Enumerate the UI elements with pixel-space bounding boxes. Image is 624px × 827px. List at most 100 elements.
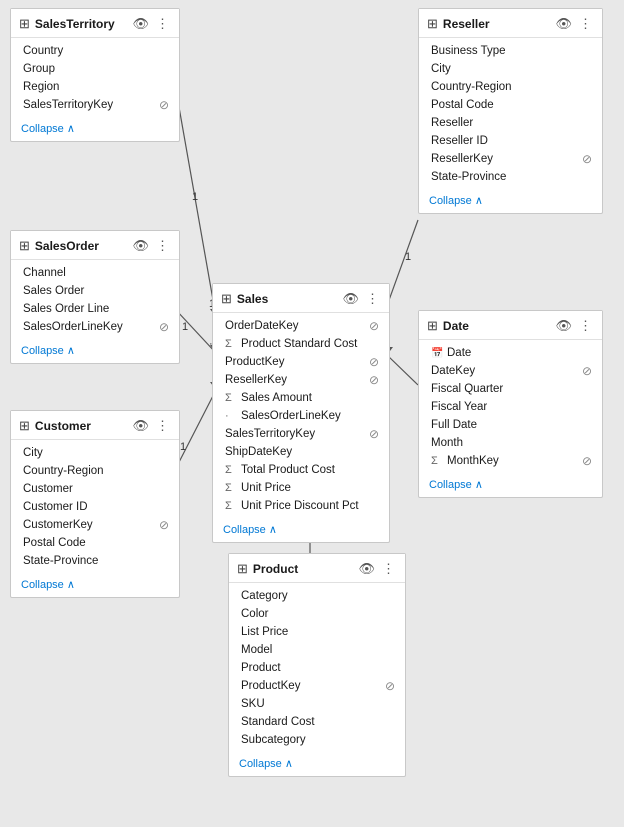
hidden-icon: ⊘	[582, 152, 592, 166]
field-row: Fiscal Year	[419, 398, 602, 416]
table-salesorder-header: ⊞ SalesOrder 👁 ⋮	[11, 231, 179, 260]
hidden-icon: ⊘	[385, 679, 395, 693]
field-row: ProductKey ⊘	[229, 677, 405, 695]
hidden-icon: ⊘	[159, 98, 169, 112]
field-row: DateKey ⊘	[419, 362, 602, 380]
eye-icon[interactable]: 👁	[340, 290, 361, 308]
table-product-fields: Category Color List Price Model Product …	[229, 583, 405, 753]
field-row: Business Type	[419, 42, 602, 60]
table-sales-header: ⊞ Sales 👁 ⋮	[213, 284, 389, 313]
table-reseller-header: ⊞ Reseller 👁 ⋮	[419, 9, 602, 38]
table-icon: ⊞	[19, 238, 30, 254]
table-title: SalesTerritory	[35, 17, 126, 31]
hidden-icon: ⊘	[582, 454, 592, 468]
more-icon[interactable]: ⋮	[154, 237, 171, 255]
collapse-button[interactable]: Collapse ∧	[229, 753, 405, 776]
collapse-arrow: ∧	[475, 194, 483, 207]
field-row: CustomerKey ⊘	[11, 516, 179, 534]
table-sales[interactable]: ⊞ Sales 👁 ⋮ OrderDateKey ⊘ Σ Product Sta…	[212, 283, 390, 543]
field-row: Σ Product Standard Cost	[213, 335, 389, 353]
table-actions[interactable]: 👁 ⋮	[130, 417, 171, 435]
table-customer-header: ⊞ Customer 👁 ⋮	[11, 411, 179, 440]
table-icon: ⊞	[19, 418, 30, 434]
more-icon[interactable]: ⋮	[577, 15, 594, 33]
more-icon[interactable]: ⋮	[154, 417, 171, 435]
table-date[interactable]: ⊞ Date 👁 ⋮ 📅 Date DateKey ⊘ Fiscal Quart…	[418, 310, 603, 498]
collapse-arrow: ∧	[67, 578, 75, 591]
field-row: Reseller ID	[419, 132, 602, 150]
field-row: Region	[11, 78, 179, 96]
table-salesterritory[interactable]: ⊞ SalesTerritory 👁 ⋮ Country Group Regio…	[10, 8, 180, 142]
field-row: Σ Sales Amount	[213, 389, 389, 407]
field-row: Group	[11, 60, 179, 78]
field-row: Postal Code	[11, 534, 179, 552]
more-icon[interactable]: ⋮	[154, 15, 171, 33]
table-actions[interactable]: 👁 ⋮	[130, 15, 171, 33]
collapse-button[interactable]: Collapse ∧	[419, 474, 602, 497]
field-row: ShipDateKey	[213, 443, 389, 461]
hidden-icon: ⊘	[159, 320, 169, 334]
eye-icon[interactable]: 👁	[553, 317, 574, 335]
field-row: Color	[229, 605, 405, 623]
eye-icon[interactable]: 👁	[130, 237, 151, 255]
collapse-button[interactable]: Collapse ∧	[11, 340, 179, 363]
field-row: SalesTerritoryKey ⊘	[11, 96, 179, 114]
table-title: Date	[443, 319, 549, 333]
table-salesterritory-header: ⊞ SalesTerritory 👁 ⋮	[11, 9, 179, 38]
table-reseller[interactable]: ⊞ Reseller 👁 ⋮ Business Type City Countr…	[418, 8, 603, 214]
more-icon[interactable]: ⋮	[364, 290, 381, 308]
more-icon[interactable]: ⋮	[380, 560, 397, 578]
collapse-button[interactable]: Collapse ∧	[419, 190, 602, 213]
field-row: State-Province	[11, 552, 179, 570]
field-row: SKU	[229, 695, 405, 713]
collapse-button[interactable]: Collapse ∧	[11, 118, 179, 141]
table-actions[interactable]: 👁 ⋮	[553, 15, 594, 33]
field-row: Σ Total Product Cost	[213, 461, 389, 479]
field-row: Model	[229, 641, 405, 659]
svg-text:1: 1	[182, 321, 188, 333]
table-salesorder[interactable]: ⊞ SalesOrder 👁 ⋮ Channel Sales Order Sal…	[10, 230, 180, 364]
more-icon[interactable]: ⋮	[577, 317, 594, 335]
field-row: SalesOrderLineKey ⊘	[11, 318, 179, 336]
collapse-arrow: ∧	[475, 478, 483, 491]
hidden-icon: ⊘	[369, 427, 379, 441]
field-row: Customer	[11, 480, 179, 498]
collapse-button[interactable]: Collapse ∧	[213, 519, 389, 542]
table-date-fields: 📅 Date DateKey ⊘ Fiscal Quarter Fiscal Y…	[419, 340, 602, 474]
field-row: State-Province	[419, 168, 602, 186]
field-row: ProductKey ⊘	[213, 353, 389, 371]
table-customer[interactable]: ⊞ Customer 👁 ⋮ City Country-Region Custo…	[10, 410, 180, 598]
table-icon: ⊞	[19, 16, 30, 32]
hidden-icon: ⊘	[582, 364, 592, 378]
hidden-icon: ⊘	[159, 518, 169, 532]
field-row: Subcategory	[229, 731, 405, 749]
table-sales-fields: OrderDateKey ⊘ Σ Product Standard Cost P…	[213, 313, 389, 519]
field-row: ResellerKey ⊘	[419, 150, 602, 168]
eye-icon[interactable]: 👁	[130, 15, 151, 33]
hidden-icon: ⊘	[369, 319, 379, 333]
field-row: Category	[229, 587, 405, 605]
table-product[interactable]: ⊞ Product 👁 ⋮ Category Color List Price …	[228, 553, 406, 777]
table-actions[interactable]: 👁 ⋮	[130, 237, 171, 255]
field-row: Month	[419, 434, 602, 452]
field-row: 📅 Date	[419, 344, 602, 362]
table-title: Reseller	[443, 17, 549, 31]
table-icon: ⊞	[221, 291, 232, 307]
eye-icon[interactable]: 👁	[356, 560, 377, 578]
field-row: Country-Region	[419, 78, 602, 96]
table-actions[interactable]: 👁 ⋮	[356, 560, 397, 578]
collapse-button[interactable]: Collapse ∧	[11, 574, 179, 597]
table-icon: ⊞	[237, 561, 248, 577]
svg-text:1: 1	[405, 251, 411, 263]
table-actions[interactable]: 👁 ⋮	[340, 290, 381, 308]
table-icon: ⊞	[427, 318, 438, 334]
eye-icon[interactable]: 👁	[130, 417, 151, 435]
table-actions[interactable]: 👁 ⋮	[553, 317, 594, 335]
table-date-header: ⊞ Date 👁 ⋮	[419, 311, 602, 340]
table-title: Customer	[35, 419, 126, 433]
field-row: Product	[229, 659, 405, 677]
eye-icon[interactable]: 👁	[553, 15, 574, 33]
table-customer-fields: City Country-Region Customer Customer ID…	[11, 440, 179, 574]
table-reseller-fields: Business Type City Country-Region Postal…	[419, 38, 602, 190]
hidden-icon: ⊘	[369, 355, 379, 369]
